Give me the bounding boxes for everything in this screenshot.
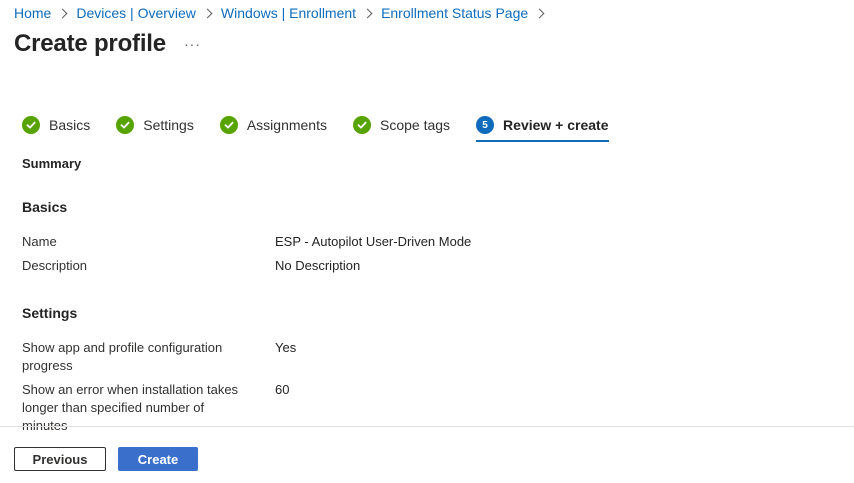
settings-heading: Settings bbox=[22, 305, 78, 321]
more-options-button[interactable]: ··· bbox=[184, 36, 201, 52]
tab-scope-tags[interactable]: Scope tags bbox=[352, 114, 451, 136]
wizard-steps: Basics Settings Assignments Scope tags 5… bbox=[22, 114, 635, 142]
row-key: Description bbox=[22, 258, 88, 273]
tab-label: Review + create bbox=[503, 117, 609, 133]
tab-assignments[interactable]: Assignments bbox=[219, 114, 327, 136]
tab-label: Scope tags bbox=[379, 117, 451, 133]
checkmark-icon bbox=[22, 116, 40, 134]
previous-button[interactable]: Previous bbox=[14, 447, 106, 471]
breadcrumb-home[interactable]: Home bbox=[14, 5, 51, 21]
tab-settings[interactable]: Settings bbox=[116, 114, 194, 136]
tab-review-create[interactable]: 5 Review + create bbox=[476, 114, 609, 142]
chevron-right-icon bbox=[202, 8, 213, 18]
row-value: Yes bbox=[275, 340, 297, 355]
checkmark-icon bbox=[219, 116, 238, 134]
step-number-badge: 5 bbox=[476, 116, 495, 134]
page-title: Create profile bbox=[14, 30, 166, 57]
chevron-right-icon bbox=[534, 8, 545, 18]
footer-divider bbox=[0, 426, 854, 427]
row-value: No Description bbox=[275, 258, 361, 273]
breadcrumb-windows-enrollment[interactable]: Windows | Enrollment bbox=[221, 5, 356, 21]
breadcrumb-devices-overview[interactable]: Devices | Overview bbox=[76, 5, 196, 21]
tab-label: Settings bbox=[143, 117, 194, 133]
row-value: 60 bbox=[275, 382, 290, 397]
tab-label: Basics bbox=[49, 117, 91, 133]
summary-heading: Summary bbox=[22, 156, 82, 171]
breadcrumb: Home Devices | Overview Windows | Enroll… bbox=[14, 4, 553, 22]
chevron-right-icon bbox=[362, 8, 373, 18]
row-key: Name bbox=[22, 234, 57, 249]
row-key: Show app and profile configuration progr… bbox=[22, 340, 223, 373]
breadcrumb-enrollment-status-page[interactable]: Enrollment Status Page bbox=[381, 5, 528, 21]
basics-heading: Basics bbox=[22, 199, 68, 215]
checkmark-icon bbox=[116, 116, 135, 134]
checkmark-icon bbox=[352, 116, 371, 134]
chevron-right-icon bbox=[57, 8, 68, 18]
tab-label: Assignments bbox=[246, 117, 327, 133]
create-button[interactable]: Create bbox=[118, 447, 198, 471]
row-value: ESP - Autopilot User-Driven Mode bbox=[275, 234, 472, 249]
tab-basics[interactable]: Basics bbox=[22, 114, 90, 136]
